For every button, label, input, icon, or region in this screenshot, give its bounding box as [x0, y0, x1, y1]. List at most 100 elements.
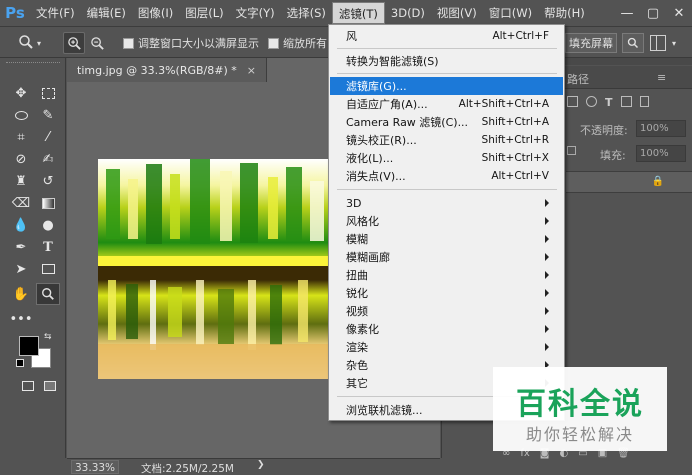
edit-toolbar-button[interactable]: •••: [9, 308, 33, 330]
checkbox-box[interactable]: [268, 37, 279, 49]
shape-tool[interactable]: [36, 258, 60, 280]
gradient-tool[interactable]: [36, 192, 60, 214]
zoom-in-button[interactable]: [63, 32, 85, 54]
layer-row-background[interactable]: 🔒: [566, 171, 692, 193]
adjustment-filter-icon[interactable]: [586, 96, 597, 107]
close-button[interactable]: ✕: [666, 0, 692, 27]
menu-view[interactable]: 视图(V): [431, 2, 483, 24]
menu-item-3d[interactable]: 3D: [330, 194, 563, 212]
move-icon: ✥: [15, 85, 27, 101]
menu-item-label: Camera Raw 滤镜(C)...: [346, 116, 469, 129]
menu-type[interactable]: 文字(Y): [230, 2, 281, 24]
menu-3d[interactable]: 3D(D): [385, 2, 431, 24]
swap-colors-icon[interactable]: ⇆: [44, 332, 52, 342]
move-tool[interactable]: ✥: [9, 82, 33, 104]
resize-windows-checkbox[interactable]: 调整窗口大小以满屏显示: [123, 33, 259, 53]
checkbox-box[interactable]: [123, 37, 134, 49]
menu-item-convert-smart-filter[interactable]: 转换为智能滤镜(S): [330, 52, 563, 70]
lock-transparent-icon[interactable]: [567, 146, 576, 155]
eyedropper-tool[interactable]: ⁄: [36, 126, 60, 148]
path-selection-tool[interactable]: ➤: [9, 258, 33, 280]
menu-help[interactable]: 帮助(H): [538, 2, 591, 24]
pixel-filter-icon[interactable]: [567, 96, 578, 107]
zoom-out-button[interactable]: [86, 33, 108, 53]
pen-tool[interactable]: ✒: [9, 236, 33, 258]
menu-select[interactable]: 选择(S): [281, 2, 332, 24]
type-icon: T: [43, 239, 53, 255]
type-filter-icon[interactable]: T: [605, 96, 613, 109]
marquee-tool[interactable]: [36, 82, 60, 104]
menu-item-stylize[interactable]: 风格化: [330, 212, 563, 230]
screen-mode-icon: [44, 381, 56, 391]
menu-item-filter-gallery[interactable]: 滤镜库(G)...: [330, 77, 563, 95]
fill-field[interactable]: 100%: [636, 145, 686, 162]
quick-mask-button[interactable]: [16, 375, 40, 397]
menu-item-label: 3D: [346, 196, 362, 210]
workspace-dropdown[interactable]: ▾: [672, 33, 676, 53]
zoom-all-label: 缩放所有: [283, 37, 327, 50]
healing-brush-tool[interactable]: ⊘: [9, 148, 33, 170]
menu-item-adaptive-wide-angle[interactable]: 自适应广角(A)... Alt+Shift+Ctrl+A: [330, 95, 563, 113]
menu-edit[interactable]: 编辑(E): [81, 2, 132, 24]
menu-item-label: 锐化: [346, 287, 368, 300]
menu-window[interactable]: 窗口(W): [483, 2, 538, 24]
history-brush-tool[interactable]: ↺: [36, 170, 60, 192]
menu-item-lens-correction[interactable]: 镜头校正(R)... Shift+Ctrl+R: [330, 131, 563, 149]
type-tool[interactable]: T: [36, 236, 60, 258]
menu-file[interactable]: 文件(F): [30, 2, 81, 24]
quick-selection-tool[interactable]: ✎: [36, 104, 60, 126]
menu-item-pixelate[interactable]: 像素化: [330, 320, 563, 338]
clone-stamp-tool[interactable]: ♜: [9, 170, 33, 192]
workspace-button[interactable]: [650, 35, 666, 51]
eraser-tool[interactable]: ⌫: [9, 192, 33, 214]
default-colors-icon[interactable]: [16, 359, 24, 367]
menu-item-label: 视频: [346, 305, 368, 318]
foreground-color-swatch[interactable]: [19, 336, 39, 356]
smart-object-filter-icon[interactable]: [639, 96, 649, 107]
zoom-icon: [18, 34, 34, 53]
menu-layer[interactable]: 图层(L): [179, 2, 229, 24]
search-button[interactable]: [622, 33, 644, 53]
photoshop-logo: Ps: [5, 4, 25, 22]
maximize-button[interactable]: ▢: [640, 0, 666, 27]
menu-item-blur-gallery[interactable]: 模糊画廊: [330, 248, 563, 266]
blur-tool[interactable]: 💧: [9, 214, 33, 236]
search-icon: [627, 37, 639, 49]
zoom-tool[interactable]: [36, 283, 60, 305]
close-icon[interactable]: ×: [247, 64, 256, 77]
menu-item-liquify[interactable]: 液化(L)... Shift+Ctrl+X: [330, 149, 563, 167]
tool-preset-picker[interactable]: ▾: [18, 33, 41, 53]
menu-item-vanishing-point[interactable]: 消失点(V)... Alt+Ctrl+V: [330, 167, 563, 185]
screen-mode-button[interactable]: [38, 375, 62, 397]
opacity-field[interactable]: 100%: [636, 120, 686, 137]
menu-item-wind[interactable]: 风 Alt+Ctrl+F: [330, 27, 563, 45]
brush-tool[interactable]: ✍: [36, 148, 60, 170]
minimize-button[interactable]: —: [614, 0, 640, 27]
status-bar: 33.33% 文档:2.25M/2.25M ❯: [67, 458, 440, 475]
menu-item-label: 转换为智能滤镜(S): [346, 55, 439, 68]
zoom-level-field[interactable]: 33.33%: [71, 460, 120, 474]
document-tab[interactable]: timg.jpg @ 33.3%(RGB/8#) * ×: [67, 58, 267, 82]
menu-filter[interactable]: 滤镜(T): [331, 2, 385, 24]
menu-item-video[interactable]: 视频: [330, 302, 563, 320]
panel-menu-icon[interactable]: ≡: [657, 71, 666, 84]
zoom-all-checkbox[interactable]: 缩放所有: [268, 33, 327, 53]
chevron-down-icon: ▾: [672, 38, 677, 48]
tab-paths[interactable]: 路径: [567, 71, 589, 87]
menu-image[interactable]: 图像(I): [132, 2, 179, 24]
menu-item-sharpen[interactable]: 锐化: [330, 284, 563, 302]
dodge-tool[interactable]: ●: [36, 214, 60, 236]
fill-screen-button[interactable]: 填充屏幕: [565, 33, 617, 53]
panel-grip[interactable]: [6, 62, 60, 63]
status-menu-arrow[interactable]: ❯: [257, 460, 265, 470]
menu-item-render[interactable]: 渲染: [330, 338, 563, 356]
menu-item-distort[interactable]: 扭曲: [330, 266, 563, 284]
lasso-tool[interactable]: [9, 104, 33, 126]
crop-tool[interactable]: ⌗: [9, 126, 33, 148]
shape-filter-icon[interactable]: [620, 96, 632, 107]
fill-screen-label: 填充屏幕: [569, 37, 613, 50]
hand-tool[interactable]: ✋: [9, 283, 33, 305]
menu-item-camera-raw-filter[interactable]: Camera Raw 滤镜(C)... Shift+Ctrl+A: [330, 113, 563, 131]
menu-item-blur[interactable]: 模糊: [330, 230, 563, 248]
canvas-image[interactable]: [98, 159, 330, 379]
